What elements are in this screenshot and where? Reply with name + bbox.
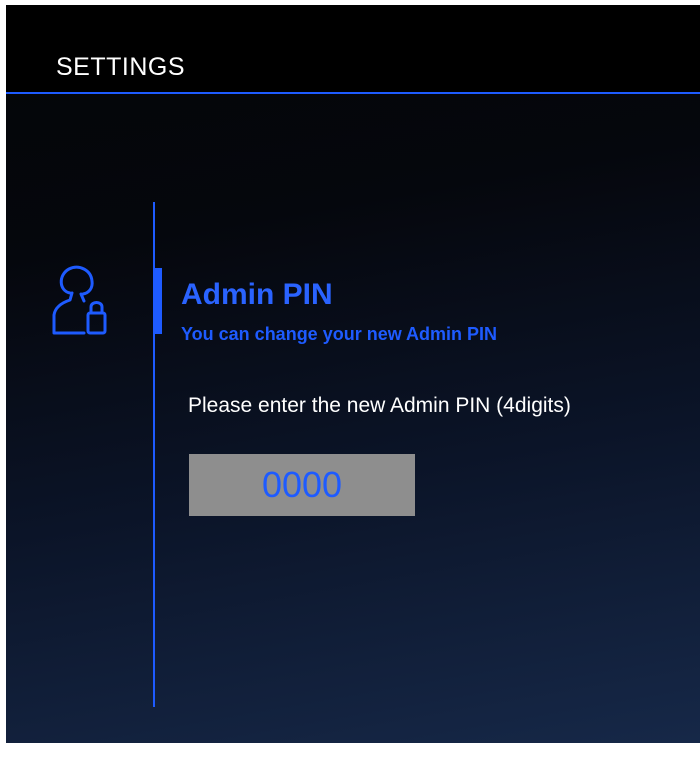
- pin-prompt: Please enter the new Admin PIN (4digits): [188, 394, 571, 417]
- header-bar: SETTINGS: [6, 5, 700, 94]
- section-title: Admin PIN: [181, 278, 333, 311]
- page-title: SETTINGS: [56, 53, 186, 81]
- section-subtitle: You can change your new Admin PIN: [181, 324, 498, 344]
- settings-screen: SETTINGS Admin PIN You can change your n…: [6, 5, 700, 743]
- pin-input[interactable]: 0000: [189, 454, 415, 516]
- admin-lock-icon: [50, 263, 110, 339]
- section-marker: [154, 268, 162, 334]
